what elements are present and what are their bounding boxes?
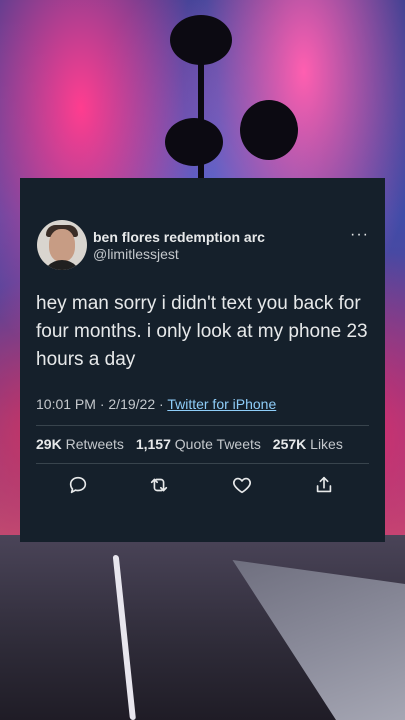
tweet-source-link[interactable]: Twitter for iPhone [167,396,276,412]
avatar-face [49,229,75,262]
user-handle[interactable]: @limitlessjest [93,246,179,262]
reply-icon[interactable] [67,474,91,498]
retweets-count: 29K [36,436,62,452]
tweet-actions [20,474,385,498]
likes-stat[interactable]: 257K Likes [273,436,343,452]
divider [36,425,369,426]
quote-tweets-stat[interactable]: 1,157 Quote Tweets [136,436,261,452]
tweet-card: ben flores redemption arc @limitlessjest… [20,178,385,542]
tweet-meta: 10:01 PM · 2/19/22 · Twitter for iPhone [36,396,276,412]
retweet-icon[interactable] [148,474,172,498]
quote-tweets-label: Quote Tweets [174,436,261,452]
divider [36,463,369,464]
likes-count: 257K [272,436,307,452]
retweets-stat[interactable]: 29K Retweets [36,436,124,452]
tweet-time: 10:01 PM [36,396,96,412]
meta-separator: · [95,396,109,412]
likes-label: Likes [310,436,343,452]
palm-tree-crown [165,118,223,166]
palm-tree-crown [240,100,298,160]
share-icon[interactable] [313,474,337,498]
tweet-date[interactable]: 2/19/22 [108,396,155,412]
more-options-icon[interactable]: ··· [350,226,369,244]
retweets-label: Retweets [65,436,124,452]
palm-tree-crown [170,15,232,65]
tweet-text: hey man sorry i didn't text you back for… [36,293,368,370]
meta-separator: · [155,396,168,412]
avatar[interactable] [37,220,87,270]
avatar-shirt [42,260,82,270]
like-icon[interactable] [231,474,255,498]
tweet-stats: 29K Retweets 1,157 Quote Tweets 257K Lik… [36,436,343,452]
display-name[interactable]: ben flores redemption arc [93,229,265,245]
quote-tweets-count: 1,157 [135,436,171,452]
